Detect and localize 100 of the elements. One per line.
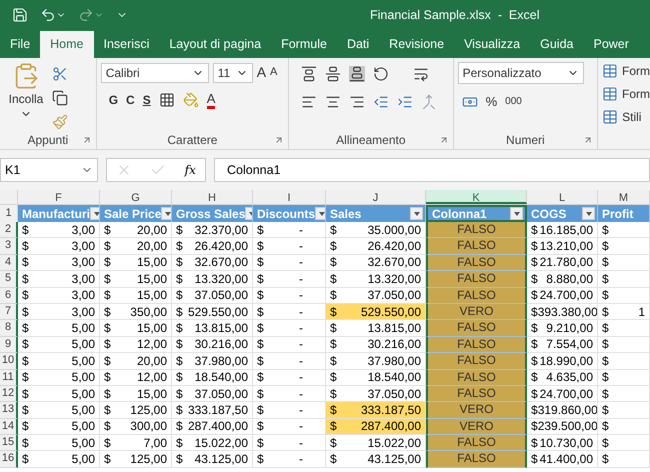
save-icon[interactable] — [12, 7, 28, 23]
filter-dropdown-icon[interactable] — [315, 207, 325, 220]
cell-value: 5,00 — [72, 451, 95, 467]
currency-symbol: $ — [330, 320, 337, 336]
column-header[interactable]: I — [253, 190, 326, 204]
currency-symbol: $ — [531, 418, 538, 434]
column-header[interactable]: K — [426, 190, 527, 204]
indent-increase-icon[interactable] — [397, 94, 414, 110]
cell-value: - — [299, 271, 303, 287]
copy-icon[interactable] — [52, 90, 68, 106]
paste-button[interactable]: Incolla — [4, 62, 48, 130]
row-number: 14 — [0, 418, 18, 436]
cell-value: - — [299, 370, 303, 385]
ribbon-tab[interactable]: Inserisci — [94, 31, 160, 58]
indent-decrease-icon[interactable] — [373, 94, 390, 110]
ribbon-tab[interactable]: File — [0, 31, 40, 58]
ribbon-tab[interactable]: Home — [40, 31, 94, 58]
cell-value: 125,00 — [130, 451, 167, 467]
orientation-icon[interactable] — [373, 66, 390, 82]
currency-symbol: $ — [22, 222, 29, 238]
cell-value: 37.050,00 — [194, 288, 248, 303]
cell-value: 5,00 — [72, 386, 95, 402]
align-right-icon[interactable] — [349, 94, 366, 110]
undo-icon[interactable] — [40, 7, 56, 23]
font-size-select[interactable]: 11 — [212, 62, 253, 82]
column-header[interactable]: G — [100, 190, 172, 204]
currency-symbol: $ — [330, 370, 337, 385]
font-color-button[interactable]: A — [206, 92, 216, 108]
column-header[interactable]: M — [598, 190, 650, 204]
ribbon-tab[interactable]: Power — [583, 31, 639, 58]
align-left-icon[interactable] — [301, 94, 318, 110]
shrink-font-button[interactable]: A — [270, 64, 278, 81]
align-center-icon[interactable] — [325, 94, 342, 110]
percent-button[interactable]: % — [486, 92, 498, 112]
currency-symbol: $ — [22, 304, 29, 320]
number-format-select[interactable]: Personalizzato — [458, 62, 584, 84]
currency-symbol: $ — [531, 222, 538, 238]
ribbon-tab[interactable]: Guida — [530, 31, 584, 58]
dialog-launcher-icon[interactable] — [274, 135, 284, 145]
filter-dropdown-icon[interactable] — [410, 207, 423, 220]
styles-button[interactable]: Stili — [602, 108, 650, 126]
cell-value: 12,00 — [136, 336, 167, 352]
borders-icon[interactable] — [158, 92, 175, 108]
grow-font-button[interactable]: A — [256, 62, 266, 83]
currency-symbol: $ — [257, 451, 264, 467]
currency-symbol: $ — [176, 238, 183, 254]
currency-symbol: $ — [531, 451, 538, 467]
filter-dropdown-icon[interactable] — [161, 207, 171, 220]
currency-symbol: $ — [531, 254, 538, 270]
table-style-icon — [602, 86, 618, 102]
underline-button[interactable]: S — [142, 91, 151, 109]
cell-value: 21.780,00 — [540, 254, 593, 270]
fill-color-icon[interactable] — [182, 92, 199, 108]
filter-dropdown-icon[interactable] — [510, 207, 523, 220]
bottom-align-icon[interactable] — [349, 66, 366, 82]
currency-symbol: $ — [330, 336, 337, 352]
cell-value: - — [299, 320, 303, 336]
table-cell: VERO — [426, 402, 527, 419]
thousands-button[interactable]: 000 — [505, 94, 522, 110]
row-number: 6 — [0, 288, 18, 304]
cell-value: 32.370,00 — [194, 222, 248, 238]
font-select[interactable]: Calibri — [100, 62, 209, 82]
column-title: Sale Price — [104, 206, 162, 222]
row-number: 2 — [0, 222, 18, 238]
currency-symbol: $ — [330, 304, 337, 320]
filter-dropdown-icon[interactable] — [582, 207, 595, 220]
table-cell: FALSO — [426, 435, 527, 452]
ribbon-tab[interactable]: Layout di pagina — [159, 31, 272, 58]
ribbon-tab[interactable]: Visualizza — [454, 31, 530, 58]
styles-button[interactable]: Form — [602, 85, 650, 103]
cut-icon[interactable] — [52, 66, 68, 82]
formula-input[interactable]: Colonna1 — [214, 158, 650, 182]
column-header[interactable]: F — [18, 190, 100, 204]
dialog-launcher-icon[interactable] — [583, 135, 594, 145]
currency-symbol: $ — [104, 336, 111, 352]
currency-symbol: $ — [531, 402, 538, 418]
ribbon-tab[interactable]: Formule — [271, 31, 337, 58]
currency-symbol: $ — [531, 435, 538, 450]
dialog-launcher-icon[interactable] — [438, 135, 449, 145]
wrap-text-icon[interactable] — [413, 66, 430, 82]
table-style-icon — [602, 109, 618, 125]
cell-value: 32.670,00 — [194, 254, 248, 270]
italic-button[interactable]: C — [126, 91, 135, 109]
styles-button[interactable]: Form — [602, 62, 650, 80]
row-number: 12 — [0, 386, 18, 402]
insert-function-button[interactable]: fx — [184, 161, 196, 179]
dialog-launcher-icon[interactable] — [82, 135, 92, 145]
currency-symbol: $ — [257, 353, 264, 368]
column-header[interactable]: H — [172, 190, 253, 204]
row-number: 8 — [0, 320, 18, 337]
name-box[interactable]: K1 — [0, 158, 98, 182]
top-align-icon[interactable] — [301, 66, 318, 82]
ribbon-tab[interactable]: Revisione — [379, 31, 454, 58]
cell-value: 15.022,00 — [194, 435, 248, 450]
cell-value: 5,00 — [72, 336, 95, 352]
column-header[interactable]: L — [527, 190, 598, 204]
currency-symbol: $ — [602, 402, 609, 418]
middle-align-icon[interactable] — [325, 66, 342, 82]
bold-button[interactable]: G — [108, 91, 118, 109]
ribbon-tab[interactable]: Dati — [336, 31, 380, 58]
